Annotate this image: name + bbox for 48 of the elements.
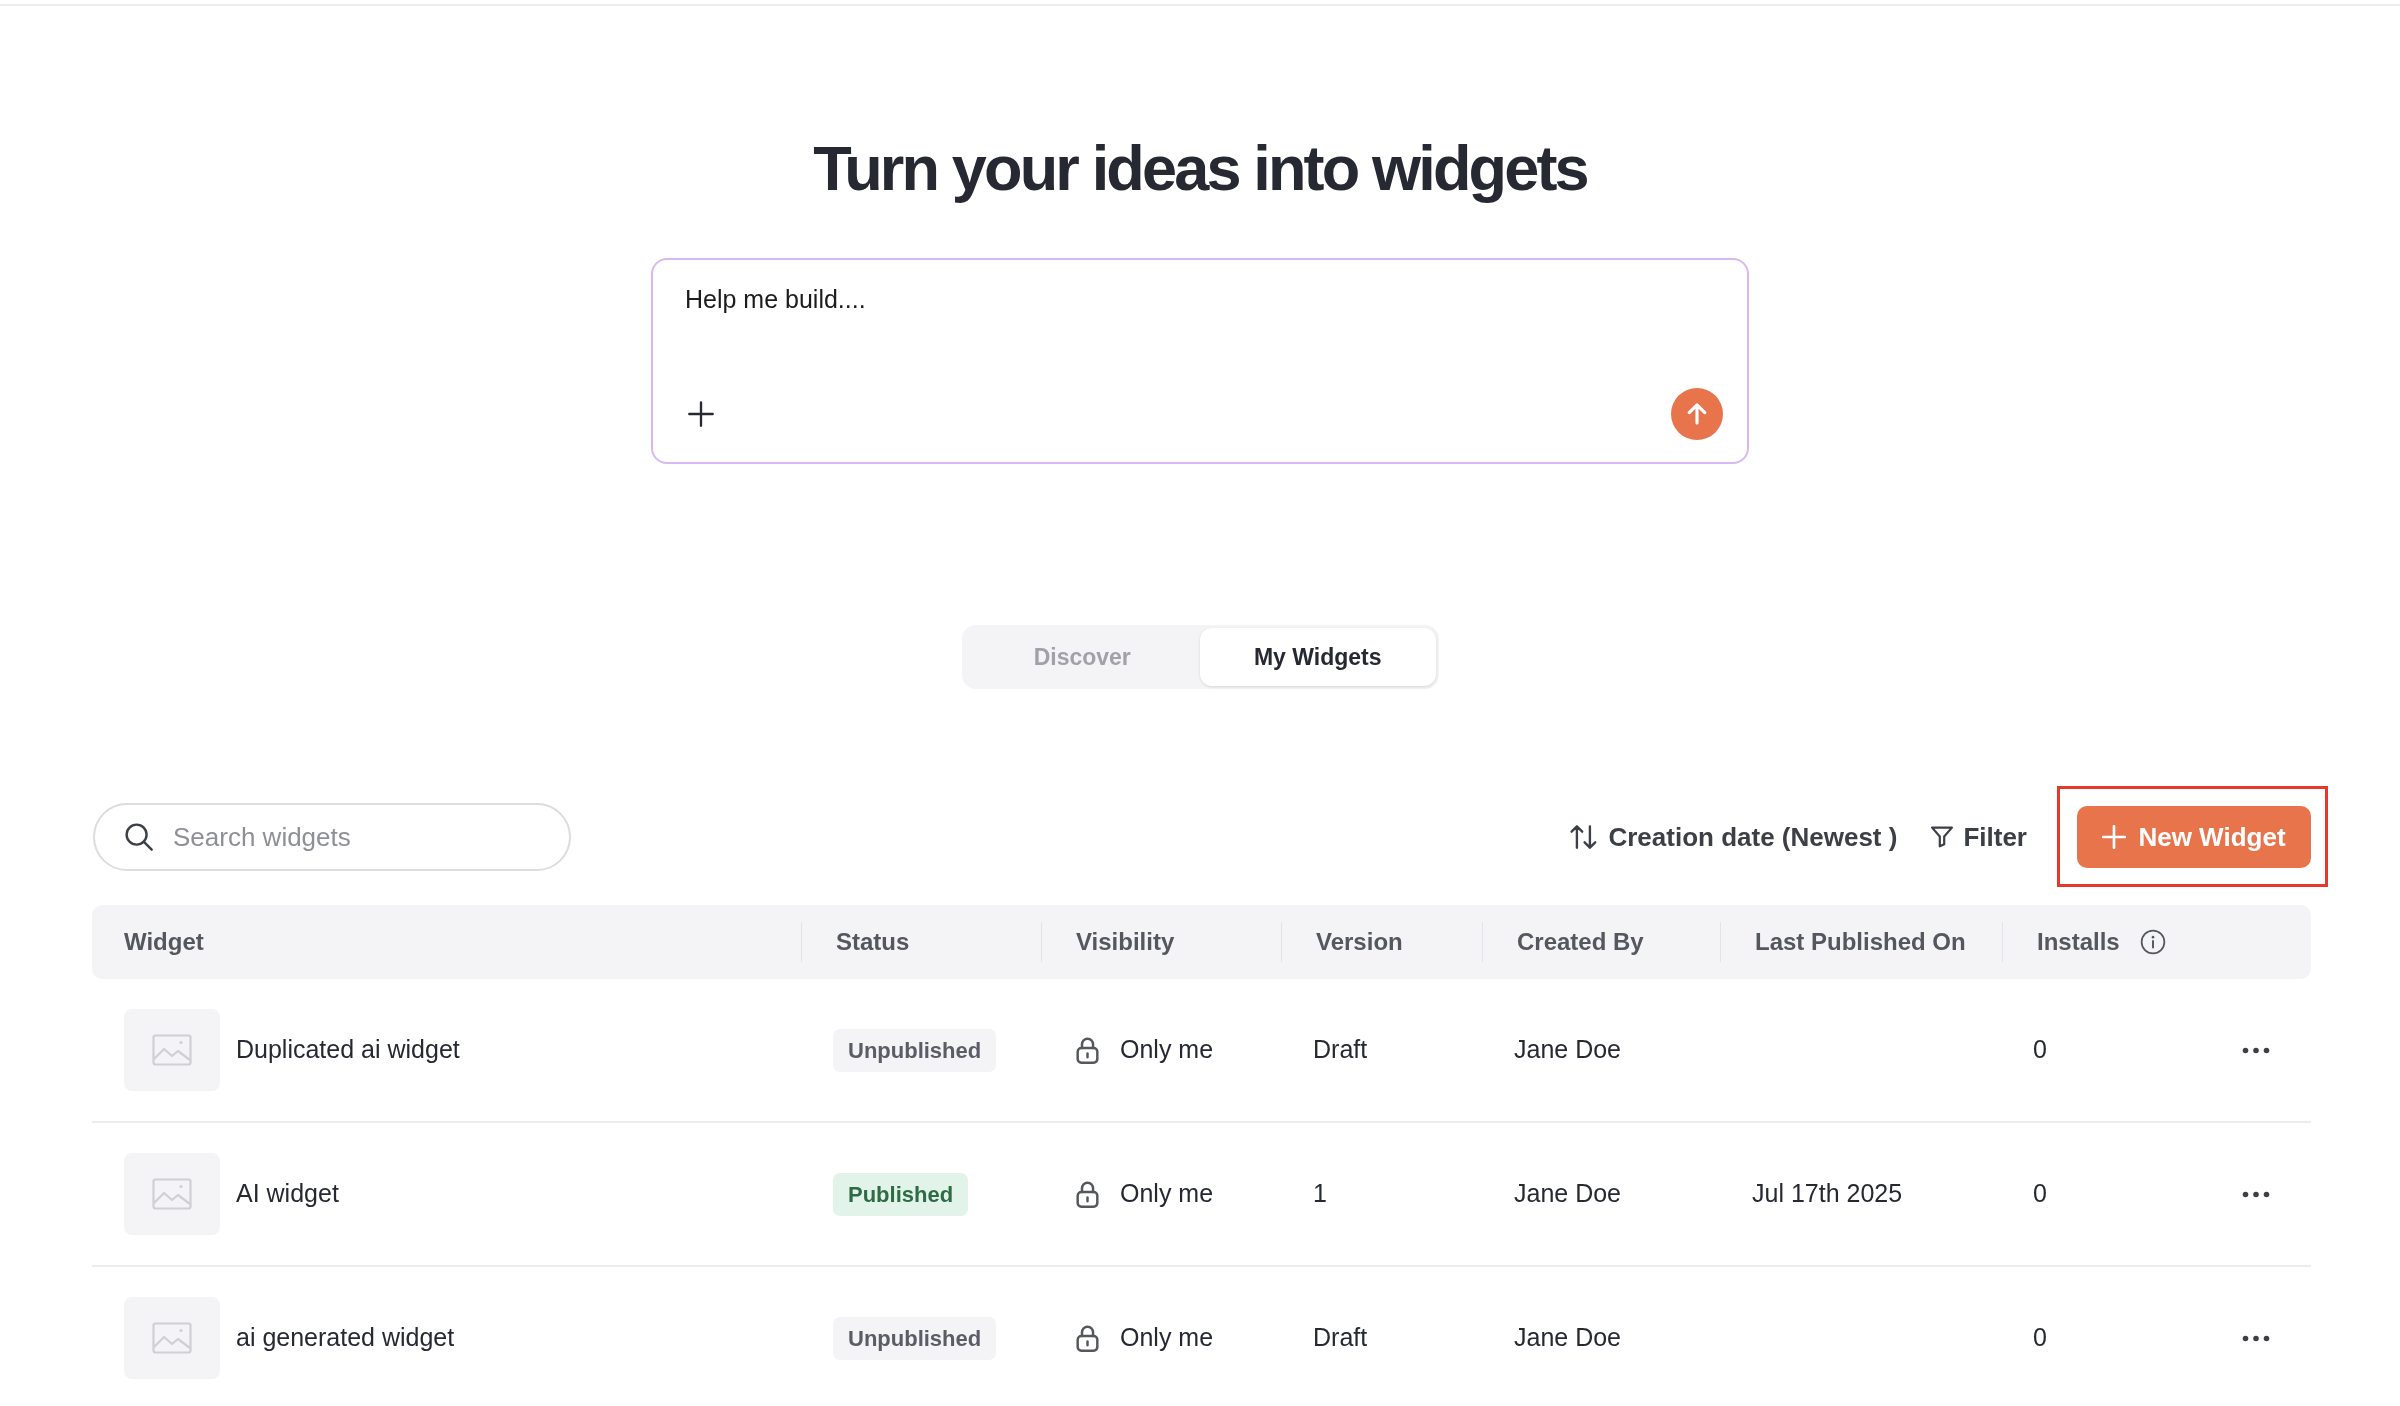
page-title: Turn your ideas into widgets (813, 132, 1587, 204)
visibility-label: Only me (1120, 1178, 1214, 1210)
more-icon[interactable] (2242, 1190, 2270, 1198)
arrow-up-icon (1687, 403, 1707, 425)
more-icon[interactable] (2242, 1334, 2270, 1342)
more-icon[interactable] (2242, 1046, 2270, 1054)
version-text: 1 (1313, 1179, 1327, 1208)
creator-name: Jane Doe (1514, 1179, 1622, 1208)
widget-name[interactable]: AI widget (236, 1175, 339, 1213)
plus-icon[interactable] (688, 401, 714, 427)
widget-name[interactable]: ai generated widget (236, 1319, 455, 1357)
widget-name[interactable]: Duplicated ai widget (236, 1031, 460, 1069)
creator-name: Jane Doe (1514, 1035, 1622, 1064)
column-header: Widget (124, 927, 204, 957)
image-icon (124, 1009, 220, 1091)
status-badge: Unpublished (833, 1028, 997, 1072)
version-text: Draft (1313, 1035, 1368, 1064)
column-header: Version (1316, 927, 1403, 957)
sort-button[interactable]: Creation date (Newest ) (1569, 817, 1898, 857)
install-count: 0 (2033, 1322, 2047, 1354)
publish-date: Jul 17th 2025 (1752, 1179, 1903, 1208)
filter-icon (1931, 825, 1954, 849)
status-badge: Published (833, 1172, 969, 1216)
search-icon (125, 823, 153, 851)
info-icon[interactable] (2139, 929, 2166, 955)
visibility-label: Only me (1120, 1322, 1214, 1354)
search-field[interactable]: Search widgets (93, 803, 571, 871)
install-count: 0 (2033, 1178, 2047, 1210)
prompt-input[interactable]: Help me build.... (685, 282, 1723, 318)
tab[interactable]: My Widgets (1200, 628, 1436, 686)
status-badge: Unpublished (833, 1316, 997, 1360)
visibility-label: Only me (1120, 1034, 1214, 1066)
lock-icon (1076, 1036, 1099, 1064)
filter-button[interactable]: Filter (1931, 817, 2027, 857)
install-count: 0 (2033, 1034, 2047, 1066)
version-text: Draft (1313, 1323, 1368, 1352)
column-header: Last Published On (1755, 927, 1966, 957)
column-header: Created By (1517, 927, 1644, 957)
lock-icon (1076, 1180, 1099, 1208)
image-icon (124, 1297, 220, 1379)
send-button[interactable] (1671, 388, 1723, 440)
image-icon (124, 1153, 220, 1235)
column-header: Visibility (1076, 927, 1175, 957)
plus-icon (2102, 825, 2127, 849)
lock-icon (1076, 1324, 1099, 1352)
column-header: Installs (2037, 927, 2120, 957)
creator-name: Jane Doe (1514, 1323, 1622, 1352)
column-header: Status (836, 927, 910, 957)
